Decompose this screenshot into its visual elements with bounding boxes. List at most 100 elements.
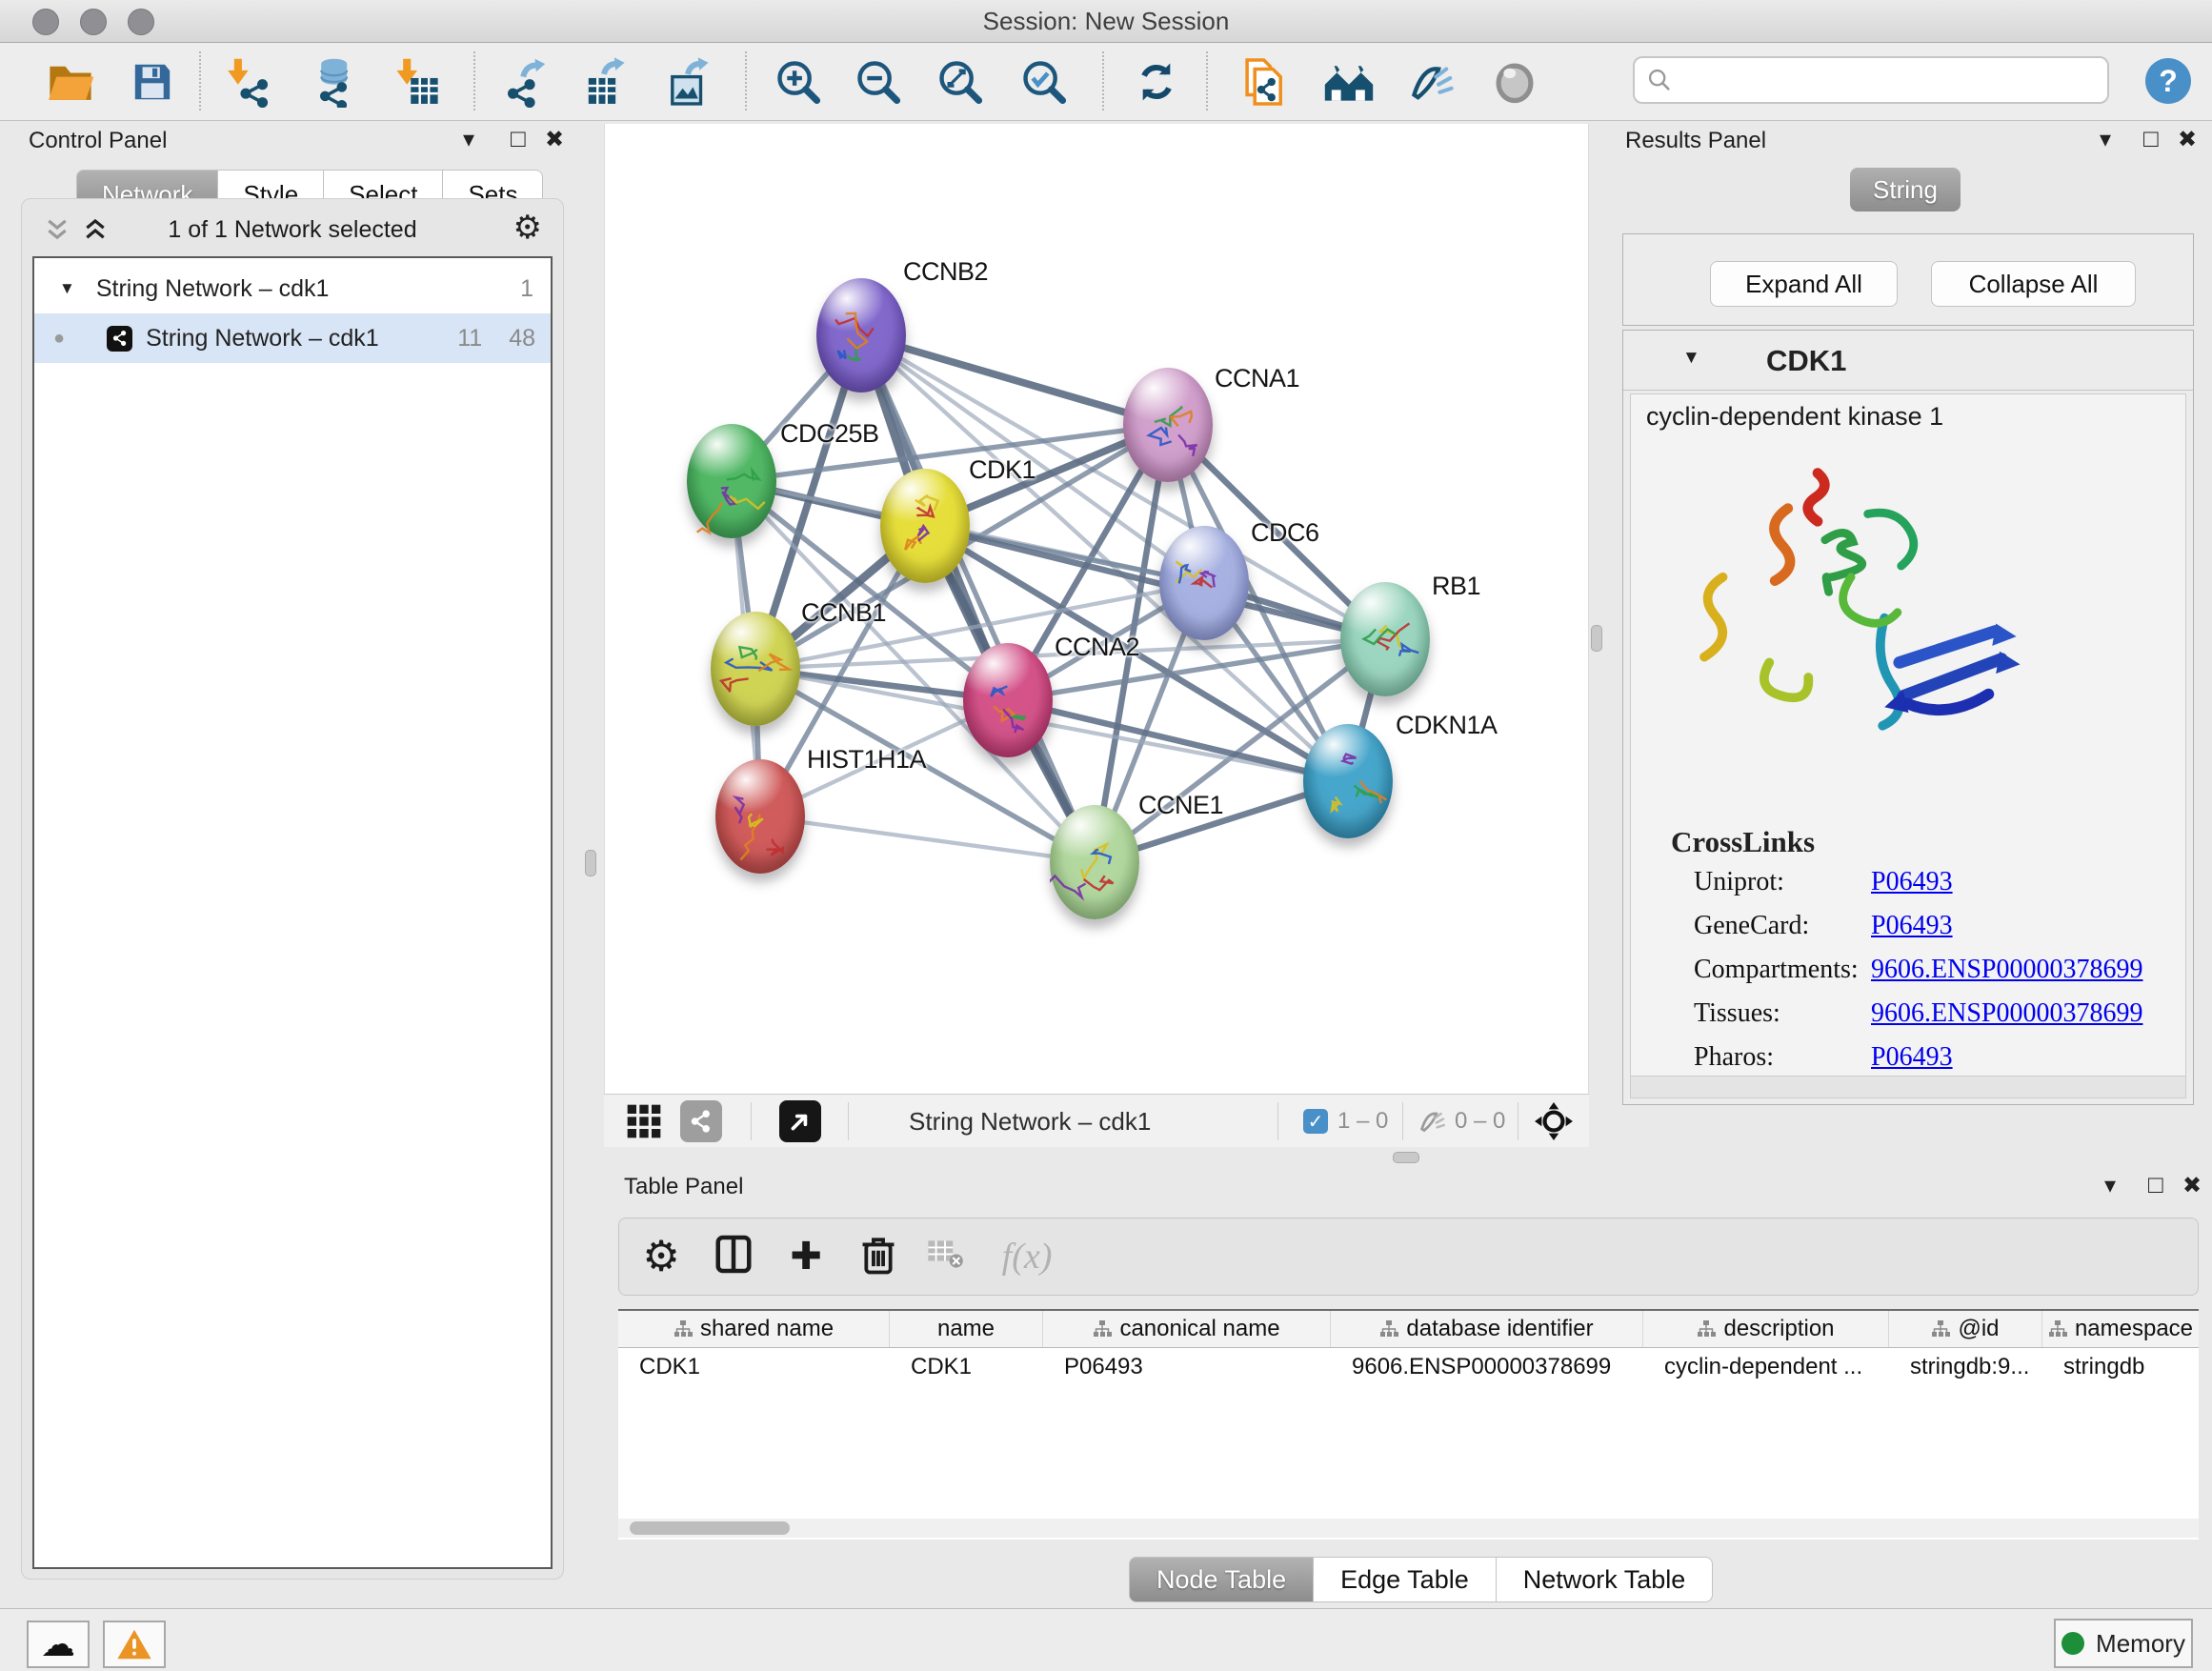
delete-table-icon — [926, 1238, 964, 1271]
crosslink-row: Uniprot: P06493 — [1631, 867, 2185, 905]
table-hscrollbar[interactable] — [618, 1519, 2199, 1538]
network-node[interactable] — [711, 612, 800, 726]
network-node[interactable] — [1050, 805, 1139, 919]
zoom-in-button[interactable] — [764, 48, 833, 116]
table-hscrollbar-thumb[interactable] — [630, 1521, 790, 1535]
crosslink-link[interactable]: P06493 — [1871, 911, 1953, 941]
results-panel-collapse-icon[interactable]: ▾ — [2100, 126, 2111, 153]
import-network-icon — [224, 56, 275, 108]
help-button[interactable]: ? — [2145, 58, 2191, 104]
table-gear-icon[interactable]: ⚙ — [642, 1233, 679, 1281]
hide-selected-button[interactable] — [1397, 48, 1465, 116]
table-delete-button[interactable] — [860, 1234, 896, 1280]
network-node[interactable] — [1123, 368, 1213, 482]
show-all-button[interactable] — [1480, 48, 1549, 116]
eye-slash-icon — [1405, 56, 1457, 108]
tab-node-table[interactable]: Node Table — [1129, 1557, 1314, 1602]
table-columns-button[interactable] — [714, 1234, 753, 1280]
results-panel-float-icon[interactable]: □ — [2143, 124, 2159, 153]
node-label: HIST1H1A — [807, 745, 926, 775]
import-database-button[interactable] — [297, 48, 366, 116]
crosslink-label: Uniprot: — [1694, 867, 1784, 897]
bottom-splitter-handle[interactable] — [1393, 1152, 1419, 1163]
open-folder-icon — [45, 56, 96, 108]
warnings-button[interactable] — [103, 1621, 166, 1668]
results-scrollbar[interactable] — [1630, 1076, 2186, 1098]
table-panel-close-icon[interactable]: ✖ — [2182, 1172, 2202, 1199]
protein-expander-icon[interactable]: ▼ — [1682, 348, 1700, 369]
network-view-toolbar: String Network – cdk1 ✓ 1 – 0 0 – 0 — [604, 1094, 1589, 1147]
crosslink-link[interactable]: 9606.ENSP00000378699 — [1871, 998, 2142, 1029]
network-node[interactable] — [963, 643, 1053, 757]
warning-icon — [115, 1627, 153, 1661]
hidden-toggle-button[interactable] — [1416, 1106, 1448, 1141]
cloud-button[interactable]: ☁ — [27, 1621, 90, 1668]
import-network-button[interactable] — [215, 48, 284, 116]
tree-expander-icon[interactable]: ▼ — [59, 279, 75, 298]
table-add-icon[interactable]: ✚ — [790, 1235, 822, 1278]
toolbar-separator — [199, 51, 201, 111]
network-options-gear-icon[interactable]: ⚙ — [513, 209, 542, 247]
table-row[interactable]: CDK1 CDK1 P06493 9606.ENSP00000378699 cy… — [618, 1348, 2199, 1386]
column-header[interactable]: shared name — [618, 1311, 890, 1347]
birds-eye-view-button[interactable] — [625, 1102, 663, 1145]
network-node[interactable] — [816, 278, 906, 393]
expand-all-button[interactable]: Expand All — [1710, 261, 1898, 307]
network-node[interactable] — [1303, 724, 1393, 838]
protein-structure-image — [1669, 427, 2041, 783]
zoom-selected-button[interactable] — [1010, 48, 1078, 116]
tab-string[interactable]: String — [1850, 168, 1961, 211]
homes-button[interactable] — [1315, 48, 1383, 116]
column-header[interactable]: namespace — [2042, 1311, 2199, 1347]
control-panel-collapse-icon[interactable]: ▾ — [463, 126, 474, 153]
tab-network-table[interactable]: Network Table — [1497, 1557, 1714, 1602]
network-canvas[interactable]: CCNB2CCNA1CDC25BCDK1CDC6RB1CCNB1CCNA2CDK… — [604, 124, 1589, 1094]
node-table[interactable]: shared name name canonical name database… — [618, 1309, 2199, 1540]
column-header[interactable]: database identifier — [1331, 1311, 1643, 1347]
crosslink-link[interactable]: 9606.ENSP00000378699 — [1871, 955, 2142, 985]
column-header[interactable]: description — [1643, 1311, 1889, 1347]
column-header[interactable]: name — [890, 1311, 1043, 1347]
right-splitter-handle[interactable] — [1591, 625, 1602, 652]
string-app-button[interactable] — [1231, 48, 1299, 116]
left-splitter-handle[interactable] — [585, 850, 596, 876]
memory-button[interactable]: Memory — [2054, 1619, 2193, 1668]
column-header[interactable]: @id — [1889, 1311, 2042, 1347]
import-table-button[interactable] — [383, 48, 452, 116]
results-panel-close-icon[interactable]: ✖ — [2178, 126, 2197, 153]
table-panel-float-icon[interactable]: □ — [2148, 1170, 2163, 1199]
crosslink-link[interactable]: P06493 — [1871, 867, 1953, 897]
network-node[interactable] — [687, 424, 776, 538]
save-session-button[interactable] — [118, 48, 187, 116]
delete-table-button — [926, 1238, 964, 1276]
network-collection-row[interactable]: ▼ String Network – cdk1 1 — [34, 264, 551, 313]
refresh-button[interactable] — [1122, 48, 1191, 116]
network-node[interactable] — [1159, 526, 1249, 640]
protein-header[interactable]: ▼ CDK1 — [1623, 331, 2193, 391]
zoom-out-button[interactable] — [844, 48, 913, 116]
export-table-button[interactable] — [570, 48, 638, 116]
export-image-button[interactable] — [654, 48, 722, 116]
string-network-badge-button[interactable] — [680, 1100, 722, 1142]
network-node[interactable] — [715, 759, 805, 874]
network-row-selected[interactable]: ● String Network – cdk1 11 48 — [34, 313, 551, 363]
zoom-fit-button[interactable] — [926, 48, 995, 116]
control-panel: Control Panel ▾ □ ✖ Network Style Select… — [8, 126, 570, 1583]
selected-counts: 1 – 0 — [1337, 1095, 1388, 1148]
network-node[interactable] — [880, 469, 970, 583]
export-network-button[interactable] — [492, 48, 560, 116]
search-input[interactable] — [1682, 66, 2096, 94]
table-panel-collapse-icon[interactable]: ▾ — [2104, 1172, 2116, 1199]
fit-content-button[interactable] — [1534, 1101, 1574, 1146]
open-session-button[interactable] — [36, 48, 105, 116]
column-header[interactable]: canonical name — [1043, 1311, 1331, 1347]
collapse-all-button[interactable]: Collapse All — [1931, 261, 2136, 307]
crosslink-link[interactable]: P06493 — [1871, 1042, 1953, 1073]
control-panel-close-icon[interactable]: ✖ — [545, 126, 564, 153]
toolbar-separator — [848, 1102, 849, 1140]
control-panel-float-icon[interactable]: □ — [511, 124, 526, 153]
tab-edge-table[interactable]: Edge Table — [1314, 1557, 1497, 1602]
network-node[interactable] — [1340, 582, 1430, 696]
import-table-icon — [392, 56, 443, 108]
open-in-window-button[interactable] — [779, 1100, 821, 1142]
